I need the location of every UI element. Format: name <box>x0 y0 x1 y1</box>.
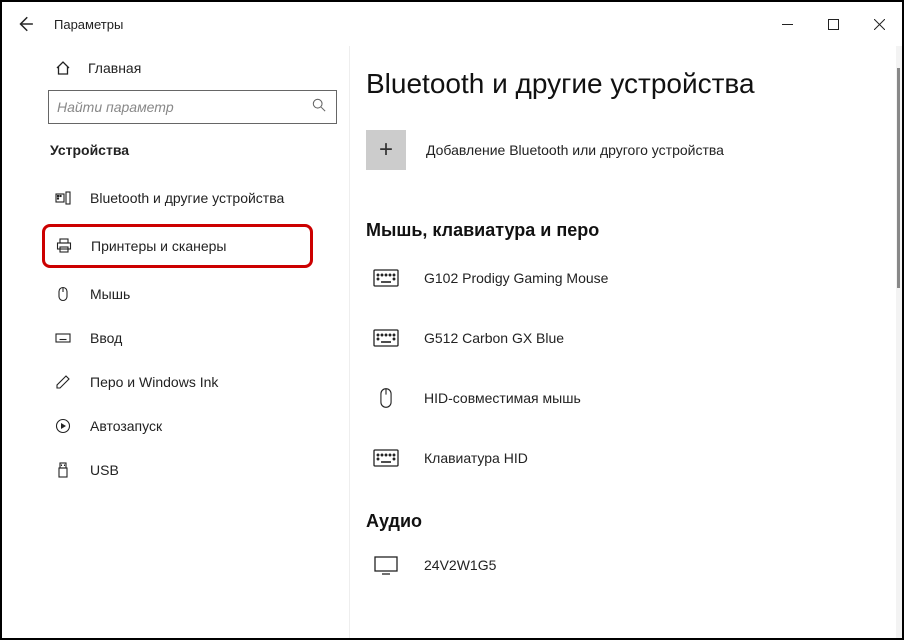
close-button[interactable] <box>856 8 902 40</box>
device-item[interactable]: 24V2W1G5 <box>366 542 872 602</box>
section-mouse-keyboard: Мышь, клавиатура и перо <box>366 220 872 241</box>
section-audio: Аудио <box>366 511 872 532</box>
mouse-icon <box>372 387 400 409</box>
maximize-button[interactable] <box>810 8 856 40</box>
sidebar-item-pen[interactable]: Перо и Windows Ink <box>2 360 349 404</box>
sidebar-item-label: USB <box>90 462 119 478</box>
search-input[interactable] <box>48 90 337 124</box>
sidebar-item-typing[interactable]: Ввод <box>2 316 349 360</box>
keyboard-icon <box>372 447 400 469</box>
search-field[interactable] <box>57 99 312 115</box>
back-icon[interactable] <box>16 15 34 33</box>
mouse-icon <box>54 285 72 303</box>
sidebar-item-label: Bluetooth и другие устройства <box>90 190 284 206</box>
device-name: 24V2W1G5 <box>424 557 496 573</box>
scrollbar-thumb[interactable] <box>897 68 900 288</box>
device-item[interactable]: HID-совместимая мышь <box>366 375 872 435</box>
sidebar-item-usb[interactable]: USB <box>2 448 349 492</box>
window-title: Параметры <box>54 17 123 32</box>
pen-icon <box>54 373 72 391</box>
minimize-button[interactable] <box>764 8 810 40</box>
keyboard-icon <box>54 329 72 347</box>
plus-icon: + <box>366 130 406 170</box>
page-title: Bluetooth и другие устройства <box>366 68 872 100</box>
sidebar-item-bluetooth[interactable]: Bluetooth и другие устройства <box>2 176 349 220</box>
printer-icon <box>55 237 73 255</box>
device-item[interactable]: G102 Prodigy Gaming Mouse <box>366 255 872 315</box>
device-name: G102 Prodigy Gaming Mouse <box>424 270 608 286</box>
sidebar-item-label: Перо и Windows Ink <box>90 374 218 390</box>
sidebar-heading: Устройства <box>2 142 349 176</box>
home-icon <box>54 60 72 76</box>
sidebar-item-label: Принтеры и сканеры <box>91 238 226 254</box>
device-item[interactable]: Клавиатура HID <box>366 435 872 495</box>
sidebar-item-label: Автозапуск <box>90 418 162 434</box>
add-device-label: Добавление Bluetooth или другого устройс… <box>426 142 724 158</box>
usb-icon <box>54 461 72 479</box>
add-device-row[interactable]: + Добавление Bluetooth или другого устро… <box>366 130 872 170</box>
monitor-icon <box>372 554 400 576</box>
sidebar-item-label: Ввод <box>90 330 122 346</box>
bluetooth-devices-icon <box>54 189 72 207</box>
sidebar-item-autoplay[interactable]: Автозапуск <box>2 404 349 448</box>
sidebar-item-mouse[interactable]: Мышь <box>2 272 349 316</box>
autoplay-icon <box>54 417 72 435</box>
sidebar-home-label: Главная <box>88 60 141 76</box>
device-name: Клавиатура HID <box>424 450 528 466</box>
titlebar: Параметры <box>2 2 902 46</box>
keyboard-icon <box>372 327 400 349</box>
sidebar-item-label: Мышь <box>90 286 130 302</box>
device-item[interactable]: G512 Carbon GX Blue <box>366 315 872 375</box>
sidebar-item-printers[interactable]: Принтеры и сканеры <box>42 224 313 268</box>
device-name: G512 Carbon GX Blue <box>424 330 564 346</box>
search-icon <box>312 98 328 117</box>
device-name: HID-совместимая мышь <box>424 390 581 406</box>
sidebar: Главная Устройства Bluetooth и другие ус… <box>2 46 350 638</box>
content-area: Bluetooth и другие устройства + Добавлен… <box>350 46 902 638</box>
scrollbar[interactable] <box>896 46 902 638</box>
keyboard-icon <box>372 267 400 289</box>
sidebar-home[interactable]: Главная <box>2 54 349 90</box>
